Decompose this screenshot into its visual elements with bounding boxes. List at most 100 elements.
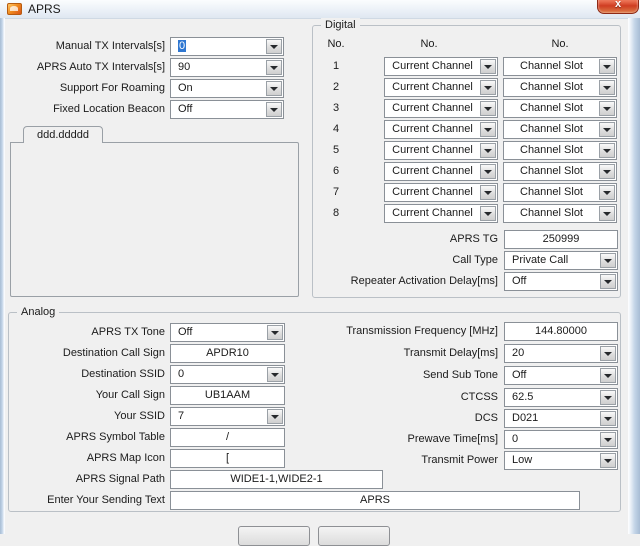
chevron-down-icon[interactable]: [480, 164, 496, 179]
chevron-down-icon[interactable]: [480, 206, 496, 221]
chevron-down-icon[interactable]: [480, 122, 496, 137]
destination-ssid-combo[interactable]: 0: [170, 365, 285, 384]
aprs-tx-tone-combo[interactable]: Off: [170, 323, 285, 342]
chevron-down-icon[interactable]: [599, 185, 615, 200]
chevron-down-icon[interactable]: [480, 101, 496, 116]
aprs-map-icon-input[interactable]: [: [170, 449, 285, 468]
close-button[interactable]: x: [597, 0, 639, 14]
send-sub-tone-combo[interactable]: Off: [504, 366, 618, 385]
manual-tx-intervals-combo[interactable]: 0: [170, 37, 284, 56]
label-aprs-signal-path: APRS Signal Path: [5, 470, 165, 489]
chevron-down-icon[interactable]: [480, 143, 496, 158]
label-fixed-location-beacon: Fixed Location Beacon: [5, 100, 165, 119]
chevron-down-icon[interactable]: [600, 411, 616, 426]
tab-ddd-ddddd[interactable]: ddd.ddddd: [23, 126, 103, 143]
digital-row-number: 7: [316, 183, 356, 202]
bottom-button-1[interactable]: [238, 526, 310, 546]
chevron-down-icon[interactable]: [600, 368, 616, 383]
sending-text-input[interactable]: APRS: [170, 491, 580, 510]
chevron-down-icon[interactable]: [266, 60, 282, 75]
aprs-symbol-table-input[interactable]: /: [170, 428, 285, 447]
chevron-down-icon[interactable]: [600, 390, 616, 405]
chevron-down-icon[interactable]: [599, 101, 615, 116]
support-for-roaming-value: On: [178, 80, 264, 97]
aprs-signal-path-input[interactable]: WIDE1-1,WIDE2-1: [170, 470, 383, 489]
prewave-time-combo[interactable]: 0: [504, 430, 618, 449]
support-for-roaming-combo[interactable]: On: [170, 79, 284, 98]
digital-slot-value: Channel Slot: [506, 100, 597, 117]
digital-slot-combo-5[interactable]: Channel Slot: [503, 141, 617, 160]
manual-tx-intervals-value: 0: [178, 38, 264, 55]
label-call-type: Call Type: [320, 251, 498, 270]
your-call-sign-input[interactable]: UB1AAM: [170, 386, 285, 405]
destination-call-sign-input[interactable]: APDR10: [170, 344, 285, 363]
your-ssid-combo[interactable]: 7: [170, 407, 285, 426]
digital-channel-combo-7[interactable]: Current Channel: [384, 183, 498, 202]
digital-slot-value: Channel Slot: [506, 58, 597, 75]
repeater-activation-delay-combo[interactable]: Off: [504, 272, 618, 291]
chevron-down-icon[interactable]: [600, 346, 616, 361]
digital-row-number: 3: [316, 99, 356, 118]
chevron-down-icon[interactable]: [480, 59, 496, 74]
digital-slot-value: Channel Slot: [506, 142, 597, 159]
aprs-auto-tx-intervals-combo[interactable]: 90: [170, 58, 284, 77]
digital-channel-value: Current Channel: [387, 163, 478, 180]
transmit-delay-combo[interactable]: 20: [504, 344, 618, 363]
chevron-down-icon[interactable]: [599, 80, 615, 95]
digital-header-no-1: No.: [316, 37, 356, 51]
digital-channel-value: Current Channel: [387, 121, 478, 138]
digital-channel-combo-3[interactable]: Current Channel: [384, 99, 498, 118]
digital-channel-value: Current Channel: [387, 58, 478, 75]
call-type-combo[interactable]: Private Call: [504, 251, 618, 270]
chevron-down-icon[interactable]: [480, 185, 496, 200]
chevron-down-icon[interactable]: [267, 325, 283, 340]
digital-channel-combo-6[interactable]: Current Channel: [384, 162, 498, 181]
repeater-activation-delay-value: Off: [512, 273, 598, 290]
digital-slot-combo-7[interactable]: Channel Slot: [503, 183, 617, 202]
chevron-down-icon[interactable]: [599, 143, 615, 158]
chevron-down-icon[interactable]: [267, 409, 283, 424]
dcs-value: D021: [512, 410, 598, 427]
digital-channel-combo-8[interactable]: Current Channel: [384, 204, 498, 223]
chevron-down-icon[interactable]: [599, 59, 615, 74]
title-bar: APRS: [0, 0, 640, 19]
label-transmit-power: Transmit Power: [320, 451, 498, 470]
chevron-down-icon[interactable]: [480, 80, 496, 95]
ctcss-combo[interactable]: 62.5: [504, 388, 618, 407]
dcs-combo[interactable]: D021: [504, 409, 618, 428]
destination-ssid-value: 0: [178, 366, 265, 383]
transmit-power-combo[interactable]: Low: [504, 451, 618, 470]
digital-slot-combo-2[interactable]: Channel Slot: [503, 78, 617, 97]
digital-channel-value: Current Channel: [387, 100, 478, 117]
digital-channel-combo-4[interactable]: Current Channel: [384, 120, 498, 139]
bottom-button-2[interactable]: [318, 526, 390, 546]
transmission-frequency-input[interactable]: 144.80000: [504, 322, 618, 341]
digital-channel-combo-5[interactable]: Current Channel: [384, 141, 498, 160]
chevron-down-icon[interactable]: [599, 206, 615, 221]
chevron-down-icon[interactable]: [599, 122, 615, 137]
digital-channel-combo-1[interactable]: Current Channel: [384, 57, 498, 76]
label-aprs-symbol-table: APRS Symbol Table: [5, 428, 165, 447]
fixed-location-beacon-value: Off: [178, 101, 264, 118]
aprs-tg-input[interactable]: 250999: [504, 230, 618, 249]
chevron-down-icon[interactable]: [266, 39, 282, 54]
chevron-down-icon[interactable]: [600, 432, 616, 447]
digital-channel-combo-2[interactable]: Current Channel: [384, 78, 498, 97]
chevron-down-icon[interactable]: [267, 367, 283, 382]
digital-slot-combo-3[interactable]: Channel Slot: [503, 99, 617, 118]
digital-slot-combo-8[interactable]: Channel Slot: [503, 204, 617, 223]
digital-slot-combo-4[interactable]: Channel Slot: [503, 120, 617, 139]
chevron-down-icon[interactable]: [600, 453, 616, 468]
chevron-down-icon[interactable]: [599, 164, 615, 179]
digital-slot-combo-1[interactable]: Channel Slot: [503, 57, 617, 76]
label-aprs-map-icon: APRS Map Icon: [5, 449, 165, 468]
digital-group-label: Digital: [321, 18, 360, 32]
digital-slot-combo-6[interactable]: Channel Slot: [503, 162, 617, 181]
chevron-down-icon[interactable]: [266, 81, 282, 96]
chevron-down-icon[interactable]: [266, 102, 282, 117]
chevron-down-icon[interactable]: [600, 253, 616, 268]
chevron-down-icon[interactable]: [600, 274, 616, 289]
digital-row-number: 5: [316, 141, 356, 160]
digital-channel-value: Current Channel: [387, 79, 478, 96]
fixed-location-beacon-combo[interactable]: Off: [170, 100, 284, 119]
